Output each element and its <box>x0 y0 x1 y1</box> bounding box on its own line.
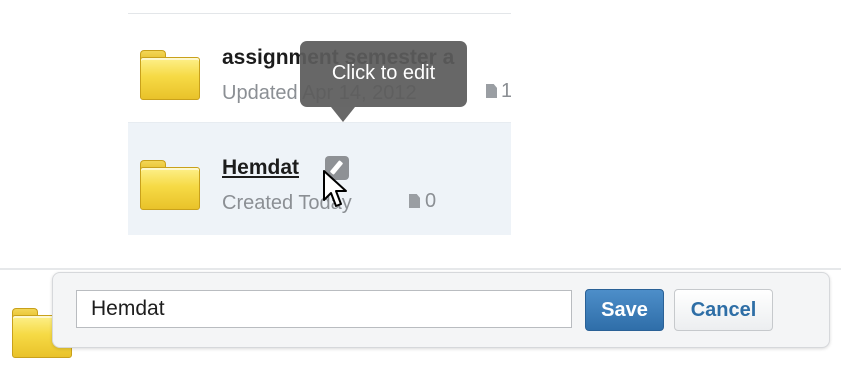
folder-name-input[interactable] <box>76 290 572 328</box>
document-count: 1 <box>501 80 511 102</box>
tooltip: Click to edit <box>300 41 467 107</box>
document-icon <box>486 84 497 98</box>
save-button[interactable]: Save <box>585 289 664 331</box>
document-count: 0 <box>425 190 437 212</box>
divider <box>0 268 841 270</box>
tooltip-arrow <box>331 107 355 122</box>
tooltip-text: Click to edit <box>331 62 436 84</box>
folder-name-link[interactable]: Hemdat <box>222 156 299 180</box>
folder-icon <box>140 160 200 210</box>
cursor-icon <box>323 170 347 207</box>
folder-icon <box>140 50 200 100</box>
cancel-button[interactable]: Cancel <box>674 289 773 331</box>
document-icon <box>409 194 420 208</box>
